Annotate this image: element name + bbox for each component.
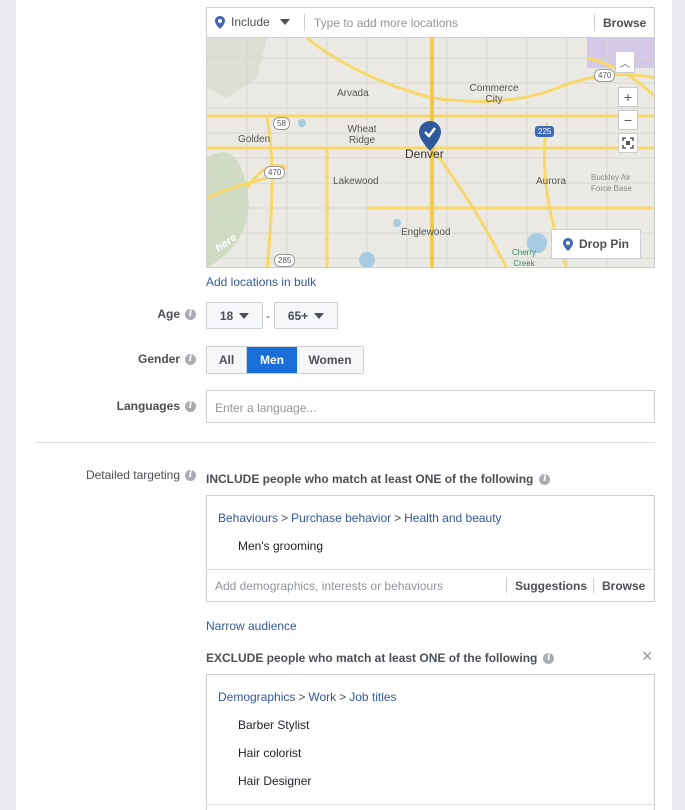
fullscreen-button[interactable] (618, 133, 638, 153)
exclude-breadcrumb: Demographics > Work > Job titles (218, 690, 397, 704)
highway-shield: 225 (535, 126, 555, 137)
location-input-row: Include Type to add more locations Brows… (206, 7, 655, 37)
targeting-item[interactable]: Hair Designer (238, 774, 311, 788)
detailed-targeting-label: Detailed targeting i (86, 468, 196, 482)
map-city-label: Golden (238, 134, 271, 145)
location-map[interactable]: Arvada Commerce City Wheat Ridge Golden … (206, 37, 655, 268)
breadcrumb-item[interactable]: Job titles (349, 690, 396, 704)
targeting-item[interactable]: Hair colorist (238, 746, 301, 760)
info-icon[interactable]: i (185, 353, 196, 365)
gender-option-women[interactable]: Women (297, 347, 363, 373)
chevron-down-icon (279, 19, 290, 25)
highway-shield: 470 (264, 166, 286, 179)
info-icon[interactable]: i (543, 652, 555, 664)
location-pin-icon (215, 15, 225, 29)
age-range-dash: - (266, 309, 270, 323)
map-city-label: Lakewood (333, 176, 379, 187)
info-icon[interactable]: i (185, 308, 196, 320)
location-browse-button[interactable]: Browse (603, 16, 646, 30)
gender-segmented-control: All Men Women (206, 346, 364, 374)
include-dropdown[interactable]: Include (215, 15, 290, 29)
map-city-label: Cherry Creek State Park (511, 248, 536, 268)
audience-panel: Include Type to add more locations Brows… (16, 0, 672, 810)
map-city-label: Wheat Ridge (347, 124, 377, 146)
map-collapse-button[interactable]: ︿ (615, 51, 635, 73)
info-icon[interactable]: i (185, 469, 196, 481)
targeting-item[interactable]: Barber Stylist (238, 718, 309, 732)
breadcrumb-item[interactable]: Purchase behavior (291, 511, 391, 525)
gender-label: Gender i (138, 352, 196, 366)
suggestions-button[interactable]: Suggestions (515, 579, 587, 593)
location-pin-icon (563, 237, 573, 251)
highway-shield: 470 (594, 69, 616, 82)
include-label: Include (231, 15, 270, 29)
map-city-label: Commerce City (469, 83, 519, 105)
age-max-dropdown[interactable]: 65+ (274, 302, 338, 329)
breadcrumb-item[interactable]: Demographics (218, 690, 295, 704)
include-heading: INCLUDE people who match at least ONE of… (206, 472, 551, 486)
languages-label: Languages i (117, 399, 196, 413)
include-targeting-box: Behaviours > Purchase behavior > Health and … (206, 495, 655, 602)
include-breadcrumb: Behaviours > Purchase behavior > Health and … (218, 511, 502, 525)
info-icon[interactable]: i (539, 473, 551, 485)
location-search-input[interactable]: Type to add more locations (314, 16, 458, 30)
language-input[interactable]: Enter a language... (206, 390, 655, 423)
map-city-label: Arvada (337, 88, 369, 99)
map-city-label: Englewood (401, 227, 451, 238)
breadcrumb-item[interactable]: Behaviours (218, 511, 278, 525)
gender-option-all[interactable]: All (207, 347, 247, 373)
info-icon[interactable]: i (185, 400, 196, 412)
map-city-label: Aurora (536, 176, 567, 187)
narrow-audience-link[interactable]: Narrow audience (206, 619, 297, 633)
drop-pin-button[interactable]: Drop Pin (551, 229, 641, 259)
close-icon[interactable]: × (642, 647, 653, 665)
chevron-down-icon (314, 312, 325, 319)
zoom-in-button[interactable]: + (618, 87, 638, 107)
exclude-targeting-box: Demographics > Work > Job titles Barber Styl… (206, 674, 655, 810)
highway-shield: 58 (273, 117, 290, 130)
zoom-out-button[interactable]: − (618, 110, 638, 130)
fullscreen-icon (622, 137, 634, 149)
breadcrumb-item[interactable]: Health and beauty (404, 511, 501, 525)
targeting-item[interactable]: Men's grooming (238, 539, 323, 553)
targeting-search-input[interactable]: Add demographics, interests or behaviour… (215, 579, 443, 593)
targeting-input-row (207, 804, 654, 810)
age-min-dropdown[interactable]: 18 (206, 302, 263, 329)
gender-option-men[interactable]: Men (247, 347, 297, 373)
breadcrumb-item[interactable]: Work (308, 690, 336, 704)
map-pin-icon (419, 121, 441, 154)
age-label: Age i (157, 307, 196, 321)
section-divider (36, 442, 655, 443)
chevron-down-icon (239, 312, 250, 319)
exclude-heading: EXCLUDE people who match at least ONE of… (206, 651, 555, 665)
highway-shield: 285 (274, 254, 296, 267)
map-city-label: Buckley Air Force Base (591, 173, 632, 193)
targeting-input-row: Add demographics, interests or behaviour… (207, 569, 654, 601)
drop-pin-label: Drop Pin (579, 237, 629, 251)
add-locations-bulk-link[interactable]: Add locations in bulk (206, 275, 316, 289)
targeting-browse-button[interactable]: Browse (602, 579, 645, 593)
